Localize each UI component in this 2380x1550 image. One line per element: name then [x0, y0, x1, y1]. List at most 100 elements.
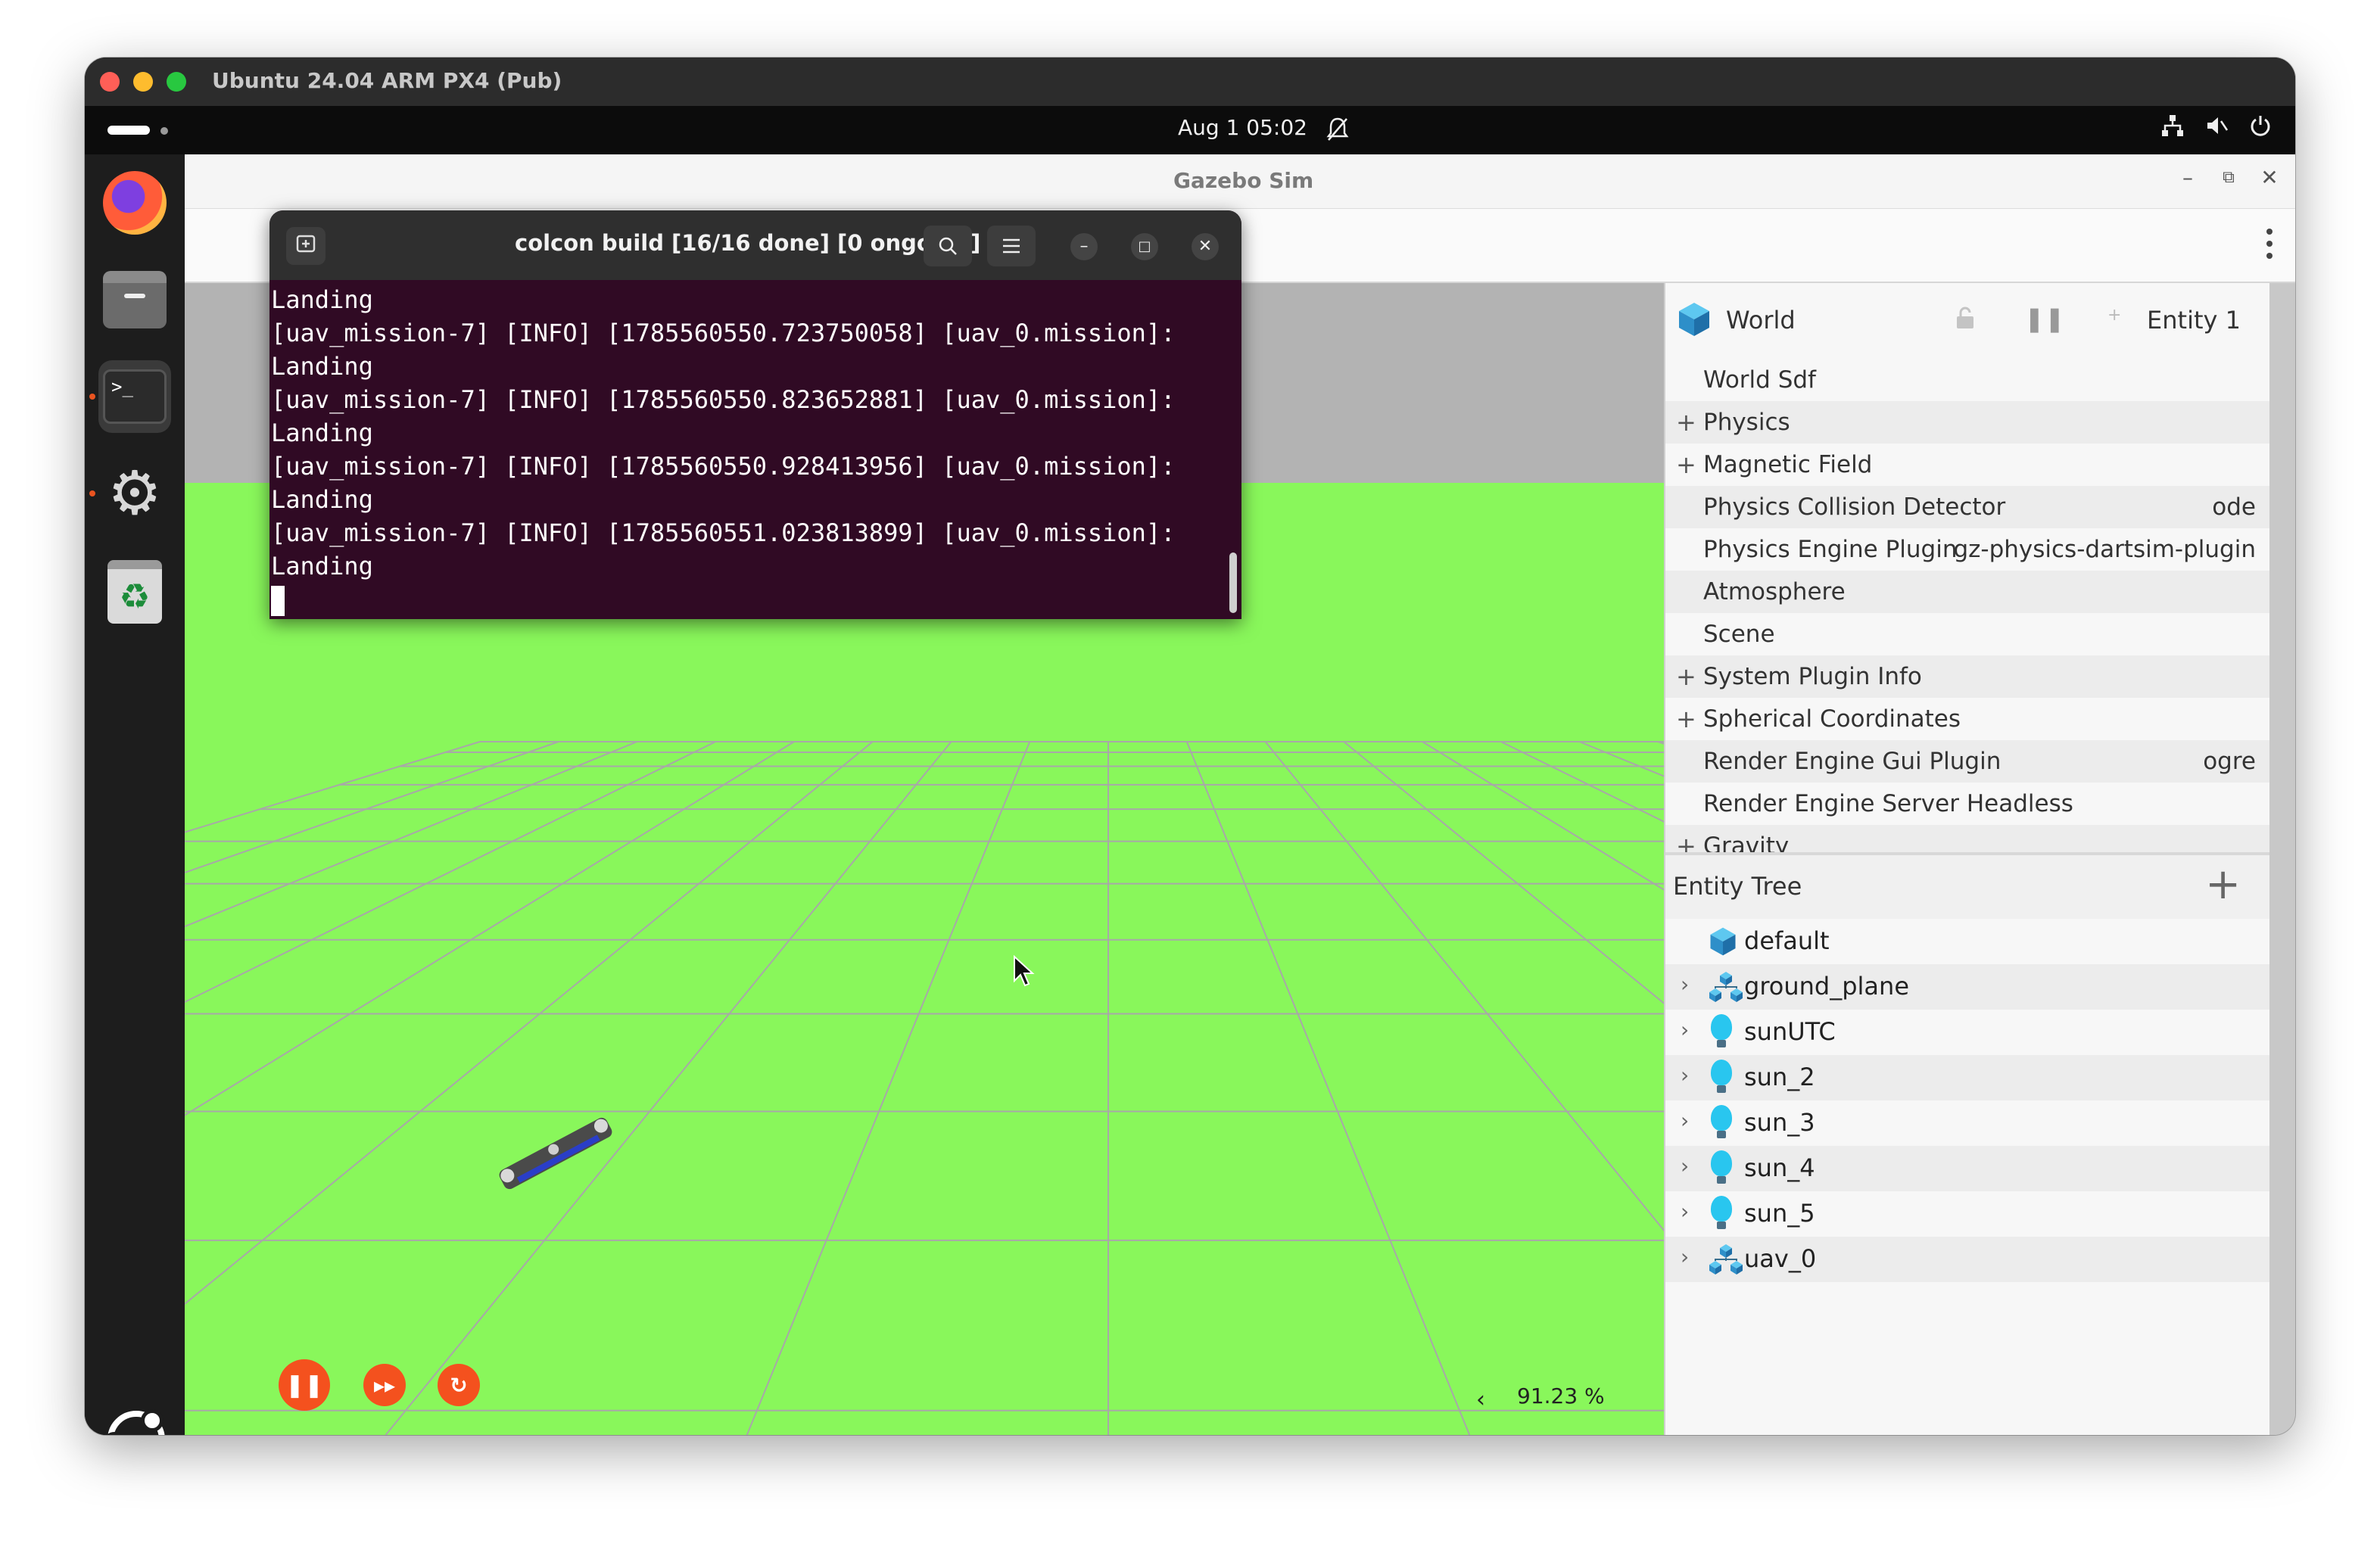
window-minimize-button[interactable]: [133, 72, 153, 92]
chevron-right-icon[interactable]: ›: [1681, 972, 1689, 997]
entity-name-label: sun_5: [1744, 1199, 1815, 1228]
entity-tree-item[interactable]: › ground_plane: [1665, 964, 2271, 1010]
chevron-right-icon[interactable]: ›: [1681, 1108, 1689, 1133]
chevron-right-icon[interactable]: ›: [1681, 1017, 1689, 1042]
system-tray[interactable]: [2160, 114, 2273, 144]
terminal-line: Landing: [271, 285, 373, 314]
component-label: Spherical Coordinates: [1703, 705, 1961, 733]
terminal-output[interactable]: Landing [uav_mission-7] [INFO] [178556055…: [269, 283, 1223, 619]
reset-button[interactable]: ↻: [438, 1364, 480, 1406]
component-row[interactable]: + Spherical Coordinates: [1665, 698, 2271, 740]
terminal-line: Landing: [271, 419, 373, 447]
kebab-menu-icon[interactable]: [2266, 229, 2273, 259]
entity-tree-item[interactable]: › sunUTC: [1665, 1010, 2271, 1055]
ubuntu-top-bar: Aug 1 05:02: [85, 106, 2295, 154]
entity-tree-title: Entity Tree: [1673, 872, 1802, 901]
entity-tree-item[interactable]: default: [1665, 919, 2271, 964]
component-value: ode: [2212, 493, 2256, 521]
gazebo-titlebar: Gazebo Sim – ⧉ ✕: [185, 154, 2295, 209]
entity-tree-item[interactable]: › uav_0: [1665, 1237, 2271, 1282]
component-row[interactable]: Physics Collision Detector ode: [1665, 486, 2271, 528]
terminal-line: Landing: [271, 552, 373, 580]
entity-tree-item[interactable]: › sun_2: [1665, 1055, 2271, 1100]
entity-tree-item[interactable]: › sun_5: [1665, 1191, 2271, 1237]
gazebo-close-button[interactable]: ✕: [2254, 165, 2285, 190]
world-icon: [1679, 303, 1709, 336]
gazebo-minimize-button[interactable]: –: [2173, 165, 2203, 190]
model-icon: [1709, 972, 1743, 1002]
running-indicator: [89, 490, 95, 496]
power-icon: [2248, 114, 2273, 144]
expand-plus-icon[interactable]: +: [1676, 450, 1696, 479]
terminal-line: Landing: [271, 352, 373, 381]
chevron-right-icon[interactable]: ›: [1681, 1199, 1689, 1224]
terminal-close-button[interactable]: ✕: [1192, 233, 1219, 260]
search-icon: [939, 237, 957, 255]
terminal-cursor: [271, 586, 285, 616]
light-icon: [1711, 1014, 1732, 1047]
entity-tree-item[interactable]: › sun_3: [1665, 1100, 2271, 1146]
expand-plus-icon[interactable]: +: [1676, 408, 1696, 437]
new-tab-button[interactable]: [286, 227, 326, 265]
play-pause-button[interactable]: ❚❚: [279, 1359, 330, 1411]
model-icon: [1709, 1244, 1743, 1275]
terminal-icon: >_: [103, 369, 167, 424]
sound-muted-icon: [2204, 114, 2229, 144]
window-close-button[interactable]: [100, 72, 120, 92]
show-apps-icon[interactable]: [103, 1409, 165, 1435]
dock-terminal[interactable]: >_: [98, 360, 171, 433]
gazebo-restore-button[interactable]: ⧉: [2213, 168, 2244, 187]
component-row[interactable]: Scene: [1665, 613, 2271, 655]
gear-icon: ⚙: [107, 458, 162, 528]
component-label: Scene: [1703, 621, 1775, 648]
step-button[interactable]: ▸▸: [363, 1364, 406, 1406]
component-row[interactable]: Render Engine Gui Plugin ogre: [1665, 740, 2271, 783]
component-row[interactable]: Atmosphere: [1665, 571, 2271, 613]
component-row[interactable]: Render Engine Server Headless: [1665, 783, 2271, 825]
add-component-icon[interactable]: +: [2107, 306, 2121, 325]
clock[interactable]: Aug 1 05:02: [1178, 115, 1307, 140]
component-row[interactable]: + Magnetic Field: [1665, 444, 2271, 486]
component-row[interactable]: + System Plugin Info: [1665, 655, 2271, 698]
activities-indicator[interactable]: [107, 126, 150, 135]
entity-tree-list: default › ground_plane › sunUTC › sun_2 › sun_3 ›…: [1665, 919, 2271, 1282]
dock-settings[interactable]: ⚙: [98, 457, 171, 530]
terminal-minimize-button[interactable]: –: [1070, 233, 1098, 260]
terminal-line: [uav_mission-7] [INFO] [1785560550.72375…: [271, 319, 1176, 347]
panel-scrollbar[interactable]: [2269, 283, 2295, 1435]
expand-plus-icon[interactable]: +: [1676, 662, 1696, 691]
entity-tree-item[interactable]: › sun_4: [1665, 1146, 2271, 1191]
new-tab-icon: [296, 235, 316, 253]
lock-icon[interactable]: [1955, 306, 1976, 336]
component-inspector-header: World ❚❚ + Entity 1: [1665, 283, 2271, 359]
chevron-right-icon[interactable]: ›: [1681, 1244, 1689, 1269]
terminal-maximize-button[interactable]: □: [1131, 233, 1158, 260]
terminal-search-button[interactable]: [924, 226, 972, 266]
terminal-title: colcon build [16/16 done] [0 ongoing]: [515, 230, 981, 256]
chevron-right-icon[interactable]: ›: [1681, 1153, 1689, 1178]
workspace-dot: [160, 127, 168, 135]
component-label: Physics: [1703, 409, 1790, 436]
expand-plus-icon[interactable]: +: [1676, 705, 1696, 733]
pause-inspector-icon[interactable]: ❚❚: [2024, 304, 2065, 333]
entity-name-label: sun_4: [1744, 1153, 1815, 1182]
window-zoom-button[interactable]: [167, 72, 186, 92]
vm-title: Ubuntu 24.04 ARM PX4 (Pub): [212, 68, 562, 93]
light-icon: [1711, 1060, 1732, 1093]
dock-files[interactable]: [98, 263, 171, 336]
files-icon: [103, 271, 167, 328]
dock-firefox[interactable]: [98, 167, 171, 239]
component-row[interactable]: + Physics: [1665, 401, 2271, 444]
chevron-right-icon[interactable]: ›: [1681, 1063, 1689, 1088]
component-row[interactable]: Physics Engine Plugin gz-physics-dartsim-…: [1665, 528, 2271, 571]
terminal-scrollbar[interactable]: [1229, 552, 1237, 613]
terminal-window[interactable]: colcon build [16/16 done] [0 ongoing] – …: [269, 210, 1241, 619]
component-row[interactable]: World Sdf: [1665, 359, 2271, 401]
entity-name-label: sunUTC: [1744, 1017, 1836, 1046]
add-entity-button[interactable]: +: [2205, 860, 2241, 909]
dock-trash[interactable]: ♻: [98, 556, 171, 628]
component-label: System Plugin Info: [1703, 663, 1922, 690]
rtf-toggle-button[interactable]: ‹: [1476, 1387, 1485, 1413]
terminal-menu-button[interactable]: [987, 226, 1036, 266]
terminal-line: [uav_mission-7] [INFO] [1785560550.92841…: [271, 452, 1176, 481]
